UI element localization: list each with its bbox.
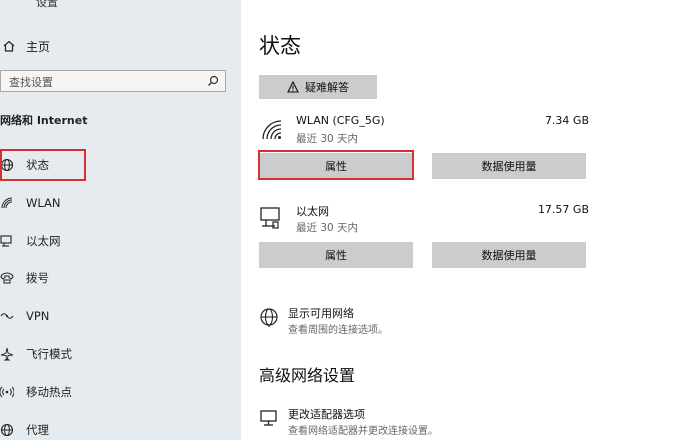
- warning-icon: [287, 81, 299, 93]
- sidebar-item-dialup[interactable]: 拨号: [0, 266, 230, 290]
- network-name: 以太网: [296, 205, 329, 218]
- wifi-icon: [1, 197, 13, 209]
- sidebar-item-vpn[interactable]: VPN: [0, 304, 230, 328]
- ethernet-properties-button[interactable]: 属性: [259, 242, 413, 268]
- monitor-icon: [260, 410, 277, 426]
- properties-highlight-box: [258, 150, 414, 180]
- dialup-icon: [0, 272, 14, 284]
- window-title: 设置: [36, 0, 58, 9]
- network-name: WLAN (CFG_5G): [296, 114, 385, 127]
- home-nav[interactable]: 主页: [0, 36, 50, 56]
- troubleshoot-label: 疑难解答: [305, 81, 349, 94]
- sidebar-item-label: VPN: [26, 309, 50, 323]
- ethernet-icon: [260, 207, 280, 229]
- network-period: 最近 30 天内: [296, 133, 359, 145]
- sidebar-item-airplane[interactable]: 飞行模式: [0, 342, 230, 366]
- page-title: 状态: [259, 34, 301, 58]
- sidebar-item-label: 以太网: [26, 234, 61, 248]
- home-label: 主页: [26, 39, 51, 54]
- sidebar-item-label: 移动热点: [26, 385, 72, 399]
- search-input[interactable]: 查找设置: [0, 70, 226, 92]
- sidebar-item-label: 拨号: [26, 271, 49, 285]
- network-usage: 7.34 GB: [544, 114, 589, 127]
- network-usage: 17.57 GB: [537, 203, 589, 216]
- sidebar-item-wlan[interactable]: WLAN: [0, 191, 230, 215]
- adapter-options-link[interactable]: 更改适配器选项 查看网络适配器并更改连接设置。: [259, 406, 659, 437]
- home-icon: [3, 40, 15, 52]
- sidebar-item-label: 飞行模式: [26, 347, 72, 361]
- status-highlight-box: [0, 149, 86, 181]
- globe-icon: [260, 308, 278, 327]
- network-ethernet: 以太网 最近 30 天内 17.57 GB: [259, 203, 589, 234]
- link-description: 查看周围的连接选项。: [288, 325, 388, 336]
- globe-icon: [0, 423, 14, 437]
- link-title: 更改适配器选项: [288, 408, 365, 421]
- wifi-icon: [262, 120, 282, 140]
- sidebar-item-hotspot[interactable]: 移动热点: [0, 380, 230, 404]
- sidebar-item-ethernet[interactable]: 以太网: [0, 229, 230, 253]
- main-panel: 状态 疑难解答 WLAN (CFG_5G) 最近 30 天内 7.34 GB 属…: [241, 0, 673, 440]
- sidebar-item-proxy[interactable]: 代理: [0, 418, 230, 440]
- button-label: 数据使用量: [481, 249, 537, 262]
- hotspot-icon: [0, 386, 14, 398]
- wlan-data-usage-button[interactable]: 数据使用量: [432, 153, 586, 179]
- button-label: 数据使用量: [481, 160, 537, 173]
- link-description: 查看网络适配器并更改连接设置。: [288, 426, 438, 437]
- button-label: 属性: [325, 249, 347, 262]
- airplane-icon: [0, 347, 14, 361]
- ethernet-icon: [0, 235, 12, 247]
- troubleshoot-button[interactable]: 疑难解答: [259, 75, 377, 99]
- advanced-heading: 高级网络设置: [259, 366, 356, 385]
- sidebar-item-label: WLAN: [26, 196, 61, 210]
- vpn-icon: [0, 313, 14, 319]
- show-networks-link[interactable]: 显示可用网络 查看周围的连接选项。: [259, 305, 659, 336]
- sidebar-item-label: 代理: [26, 423, 49, 437]
- link-title: 显示可用网络: [288, 307, 354, 320]
- search-placeholder: 查找设置: [9, 76, 53, 89]
- search-icon: [208, 75, 219, 86]
- ethernet-data-usage-button[interactable]: 数据使用量: [432, 242, 586, 268]
- sidebar: 设置 主页 查找设置 网络和 Internet 状态 WLAN 以太网 拨号 V…: [0, 0, 241, 440]
- network-period: 最近 30 天内: [296, 222, 359, 234]
- section-heading: 网络和 Internet: [0, 114, 88, 127]
